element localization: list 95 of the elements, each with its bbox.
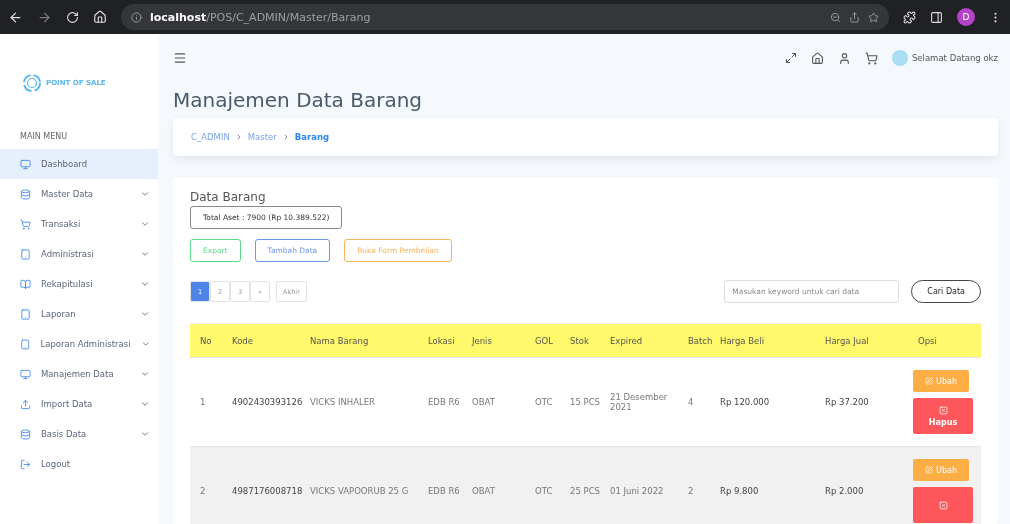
table-cell: 1 xyxy=(190,357,222,447)
edit-icon xyxy=(925,377,934,385)
star-icon[interactable] xyxy=(868,11,879,23)
table-cell: OBAT xyxy=(462,357,525,447)
column-header: Lokasi xyxy=(418,323,462,358)
column-header: Batch xyxy=(678,323,710,358)
breadcrumb-link[interactable]: Barang xyxy=(294,132,330,142)
column-header: Jenis xyxy=(462,323,525,358)
chevron-icon xyxy=(140,279,150,289)
chevron-icon xyxy=(140,309,150,319)
column-header: Harga Jual xyxy=(815,323,908,358)
sidebar-item[interactable]: Rekapitulasi xyxy=(0,269,158,299)
delete-button[interactable] xyxy=(913,487,973,524)
table-cell: 25 PCS xyxy=(560,446,600,524)
column-header: Expired xyxy=(600,323,678,358)
table-cell: 21 Desember 2021 xyxy=(600,357,678,447)
sidebar-item[interactable]: Dashboard xyxy=(0,149,158,179)
delete-icon xyxy=(938,500,948,510)
tablet-icon xyxy=(20,338,31,350)
chevron-icon xyxy=(140,369,150,379)
table-cell: Rp 120.000 xyxy=(710,357,815,447)
edit-icon xyxy=(925,466,934,475)
database-icon xyxy=(20,188,31,200)
table-cell: OTC xyxy=(525,446,560,524)
sidebar-item[interactable]: Basis Data xyxy=(0,419,158,449)
side-panel-icon[interactable] xyxy=(930,10,943,24)
page-title: Manajemen Data Barang xyxy=(173,88,424,112)
column-header: No xyxy=(190,323,222,358)
home-icon[interactable] xyxy=(93,10,107,24)
upload-icon xyxy=(20,398,31,410)
card-title: Data Barang xyxy=(190,190,267,204)
column-header: Stok xyxy=(560,323,600,358)
chevron-icon xyxy=(140,219,150,229)
sidebar-item[interactable]: Laporan xyxy=(0,299,158,329)
table-cell: Rp 2.000 xyxy=(815,446,908,524)
chevron-icon xyxy=(140,429,150,439)
cart-icon[interactable] xyxy=(864,51,878,65)
column-header: Kode xyxy=(222,323,300,358)
back-icon[interactable] xyxy=(8,9,23,25)
chevron-icon xyxy=(140,399,150,409)
table-cell: 01 Juni 2022 xyxy=(600,446,678,524)
forward-icon[interactable] xyxy=(37,9,52,25)
reload-icon[interactable] xyxy=(66,10,79,24)
table-cell: EDB R6 xyxy=(418,446,462,524)
puzzle-icon[interactable] xyxy=(903,10,916,24)
zoom-icon[interactable] xyxy=(830,11,841,23)
profile-avatar[interactable]: D xyxy=(957,8,975,26)
breadcrumb-link[interactable]: C_ADMIN xyxy=(191,132,230,142)
share-icon[interactable] xyxy=(849,11,860,23)
table-cell: 2 xyxy=(678,446,710,524)
chevron-icon xyxy=(140,339,150,349)
sidebar-item[interactable]: Manajemen Data xyxy=(0,359,158,389)
breadcrumb-link[interactable]: Master xyxy=(247,132,277,142)
search-button[interactable]: Cari Data xyxy=(911,280,981,303)
monitor-icon xyxy=(20,368,31,380)
tablet-icon xyxy=(20,308,31,320)
sidebar-item[interactable]: Transaksi xyxy=(0,209,158,239)
table-cell: OTC xyxy=(525,357,560,447)
column-header: GOL xyxy=(525,323,560,358)
sidebar-item[interactable]: Import Data xyxy=(0,389,158,419)
info-icon[interactable] xyxy=(131,11,142,23)
url-text: localhost/POS/C_ADMIN/Master/Barang xyxy=(150,10,371,24)
delete-button[interactable]: Hapus xyxy=(913,398,973,434)
monitor-icon xyxy=(20,158,31,170)
book-icon xyxy=(20,278,31,290)
delete-icon xyxy=(938,405,948,415)
sidebar-item[interactable]: Laporan Administrasi xyxy=(0,329,158,359)
greeting-text: Selamat Datang okz xyxy=(911,53,998,63)
sidebar-item[interactable]: Master Data xyxy=(0,179,158,209)
tablet-icon xyxy=(20,248,31,260)
table-cell: 4902430393126 xyxy=(222,357,300,447)
database-icon xyxy=(20,428,31,440)
table-cell: OBAT xyxy=(462,446,525,524)
logout-icon xyxy=(20,458,31,470)
table-cell: 4987176008718 xyxy=(222,446,300,524)
chevron-icon xyxy=(140,249,150,259)
column-header: Opsi xyxy=(908,323,981,358)
cart-icon xyxy=(20,218,31,230)
table-cell: 4 xyxy=(678,357,710,447)
sidebar-item[interactable]: Administrasi xyxy=(0,239,158,269)
menu-title: MAIN MENU xyxy=(19,132,69,143)
fullscreen-icon[interactable] xyxy=(784,52,797,64)
sidebar-item[interactable]: Logout xyxy=(0,449,158,479)
user-icon[interactable] xyxy=(837,51,851,65)
table-cell: 2 xyxy=(190,446,222,524)
home-icon[interactable] xyxy=(810,51,824,65)
table-cell: Rp 37.200 xyxy=(815,357,908,447)
column-header: Nama Barang xyxy=(300,323,418,358)
table-cell: 15 PCS xyxy=(560,357,600,447)
address-bar[interactable]: localhost/POS/C_ADMIN/Master/Barang xyxy=(121,4,889,30)
chevron-icon xyxy=(140,189,150,199)
menu-icon[interactable] xyxy=(173,51,187,65)
table-cell: Rp 9.800 xyxy=(710,446,815,524)
table-cell: EDB R6 xyxy=(418,357,462,447)
logo-icon xyxy=(22,73,42,93)
